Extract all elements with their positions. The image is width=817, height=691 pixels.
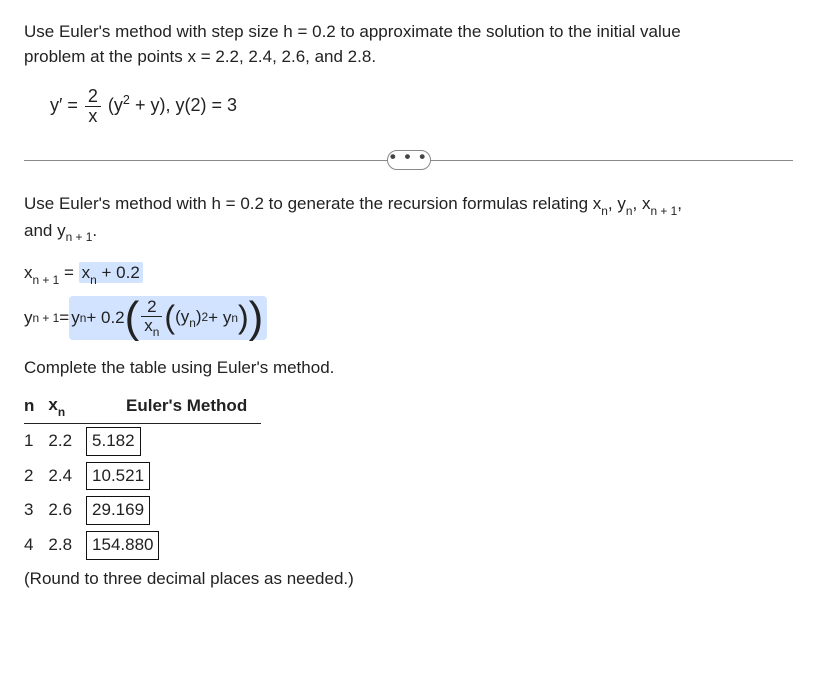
- problem-line2: problem at the points x = 2.2, 2.4, 2.6,…: [24, 47, 376, 66]
- eq-frac-den: x: [85, 107, 101, 126]
- euler-table: n xn Euler's Method 1 2.2 5.182 2 2.4 10…: [24, 390, 261, 562]
- recursion-y: yn + 1 = yn + 0.2 ( 2 xn ( (yn)2 + yn ) …: [24, 296, 793, 340]
- instruction-text: Use Euler's method with h = 0.2 to gener…: [24, 192, 793, 245]
- expand-button[interactable]: • • •: [387, 150, 431, 170]
- right-paren-icon: ): [238, 303, 249, 332]
- left-paren-icon: (: [164, 303, 175, 332]
- table-row: 1 2.2 5.182: [24, 424, 261, 459]
- answer-highlight-y: yn + 0.2 ( 2 xn ( (yn)2 + yn ) ): [69, 296, 267, 340]
- eq-fraction: 2 x: [85, 87, 101, 126]
- table-row: 4 2.8 154.880: [24, 528, 261, 563]
- problem-line1: Use Euler's method with step size h = 0.…: [24, 22, 681, 41]
- problem-statement: Use Euler's method with step size h = 0.…: [24, 20, 793, 69]
- table-prompt: Complete the table using Euler's method.: [24, 356, 793, 381]
- euler-answer-input[interactable]: 10.521: [86, 462, 150, 491]
- col-n: n: [24, 390, 48, 423]
- col-xn: xn: [48, 390, 86, 423]
- ellipsis-icon: • • •: [390, 145, 427, 170]
- left-bracket-icon: (: [125, 298, 140, 338]
- recursion-x: xn + 1 = xn + 0.2: [24, 261, 793, 288]
- right-bracket-icon: ): [249, 298, 264, 338]
- eq-frac-num: 2: [85, 87, 101, 107]
- table-row: 3 2.6 29.169: [24, 493, 261, 528]
- euler-answer-input[interactable]: 29.169: [86, 496, 150, 525]
- eq-rhs2: + y), y(2) = 3: [130, 95, 237, 115]
- recursion-y-fraction: 2 xn: [141, 298, 162, 338]
- divider-row: • • •: [24, 150, 793, 170]
- eq-sup2: 2: [123, 93, 130, 107]
- rounding-note: (Round to three decimal places as needed…: [24, 567, 793, 592]
- answer-highlight-x: xn + 0.2: [79, 262, 143, 283]
- euler-answer-input[interactable]: 154.880: [86, 531, 159, 560]
- eq-rhs1: (y: [108, 95, 123, 115]
- ode-equation: y′ = 2 x (y2 + y), y(2) = 3: [50, 87, 793, 126]
- eq-lhs: y′ =: [50, 95, 83, 115]
- table-row: 2 2.4 10.521: [24, 459, 261, 494]
- col-euler: Euler's Method: [86, 390, 261, 423]
- euler-answer-input[interactable]: 5.182: [86, 427, 141, 456]
